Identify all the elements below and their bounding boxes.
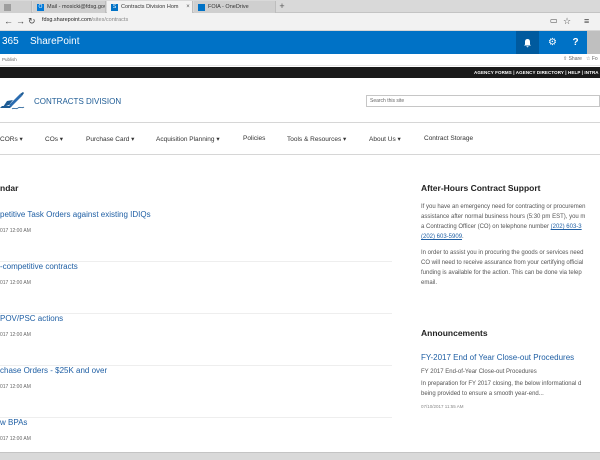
url-text[interactable]: fdsg.sharepoint.com/sites/contracts [42, 17, 128, 23]
announcement-text-line: In preparation for FY 2017 closing, the … [421, 381, 582, 387]
announcements-heading: Announcements [421, 328, 488, 338]
refresh-icon[interactable]: ↻ [28, 16, 36, 26]
calendar-item-title[interactable]: POV/PSC actions [0, 314, 63, 323]
search-placeholder: Search this site [370, 98, 405, 104]
calendar-item-date: 017 12:00 AM [0, 436, 31, 442]
share-icon: ⇪ [563, 56, 568, 62]
ribbon-row: Publish ⇪ Share ☆ Fo [0, 54, 600, 66]
share-button[interactable]: ⇪ Share [563, 56, 582, 62]
contracts-logo-icon[interactable] [0, 91, 28, 111]
settings-gear-icon[interactable]: ⚙ [541, 31, 564, 54]
support-heading: After-Hours Contract Support [421, 183, 541, 193]
notification-bell-icon[interactable] [516, 31, 539, 54]
reading-view-icon[interactable]: ▭ [550, 16, 558, 26]
calendar-item-title[interactable]: w BPAs [0, 418, 27, 427]
onedrive-icon [198, 3, 205, 11]
nav-policies[interactable]: Policies [243, 135, 265, 142]
nav-contract-storage[interactable]: Contract Storage [424, 135, 473, 142]
phone-link-1[interactable]: (202) 603-3 [551, 224, 582, 230]
browser-tab-contracts[interactable]: S Contracts Division Hom × [107, 1, 193, 13]
new-tab-button[interactable]: + [276, 1, 288, 12]
forward-icon[interactable]: → [16, 16, 25, 26]
share-label: Share [568, 56, 582, 62]
list-item: chase Orders - $25K and over 017 12:00 A… [0, 366, 392, 418]
follow-label: Fo [591, 56, 598, 62]
search-input[interactable]: Search this site [366, 95, 600, 107]
nav-cos[interactable]: COs ▾ [45, 135, 63, 143]
list-item: -competitive contracts 017 12:00 AM [0, 262, 392, 314]
support-text-line: If you have an emergency need for contra… [421, 204, 586, 210]
back-icon[interactable]: ← [4, 16, 13, 26]
calendar-item-date: 017 12:00 AM [0, 332, 31, 338]
list-item: petitive Task Orders against existing ID… [0, 210, 392, 262]
sharepoint-icon: S [111, 3, 118, 11]
calendar-item-date: 017 12:00 AM [0, 280, 31, 286]
nav-tools-resources[interactable]: Tools & Resources ▾ [287, 135, 346, 143]
calendar-item-title[interactable]: petitive Task Orders against existing ID… [0, 210, 151, 219]
avatar[interactable] [587, 31, 600, 54]
support-text-line: a Contracting Officer (CO) on telephone … [421, 222, 600, 232]
support-text-segment: a Contracting Officer (CO) on telephone … [421, 224, 551, 230]
announcement-subtitle: FY 2017 End-of-Year Close-out Procedures [421, 369, 537, 375]
outlook-icon: O [37, 3, 44, 11]
announcement-text-line: being provided to ensure a smooth year-e… [421, 391, 544, 397]
close-tab-icon[interactable]: × [184, 4, 192, 10]
nav-cors[interactable]: CORs ▾ [0, 135, 23, 143]
nav-acquisition-planning[interactable]: Acquisition Planning ▾ [156, 135, 220, 143]
url-path: /sites/contracts [91, 17, 129, 23]
phone-link-2[interactable]: (202) 603-5909 [421, 234, 462, 240]
browser-tab-onedrive[interactable]: FOIA - OneDrive [194, 1, 276, 13]
hub-icon[interactable]: ≡ [584, 16, 589, 26]
calendar-item-title[interactable]: -competitive contracts [0, 262, 78, 271]
address-bar[interactable]: ← → ↻ fdsg.sharepoint.com/sites/contract… [0, 13, 600, 31]
list-item: POV/PSC actions 017 12:00 AM [0, 314, 392, 366]
follow-star-icon: ☆ [586, 56, 591, 62]
support-text-line: In order to assist you in procuring the … [421, 250, 584, 256]
url-domain: fdsg.sharepoint.com [42, 17, 92, 23]
calendar-item-title[interactable]: chase Orders - $25K and over [0, 366, 107, 375]
browser-tab-strip: O Mail - mosicki@fdsg.gov S Contracts Di… [0, 0, 600, 13]
announcement-title-link[interactable]: FY-2017 End of Year Close-out Procedures [421, 353, 574, 362]
browser-tab-mail[interactable]: O Mail - mosicki@fdsg.gov [33, 1, 106, 13]
bottom-scroll-bar[interactable] [0, 452, 600, 460]
calendar-item-date: 017 12:00 AM [0, 384, 31, 390]
follow-button[interactable]: ☆ Fo [586, 56, 598, 62]
publish-status: Publish [2, 57, 17, 62]
nav-purchase-card[interactable]: Purchase Card ▾ [86, 135, 134, 143]
favorite-star-icon[interactable]: ☆ [563, 16, 571, 26]
support-text-line: assistance after normal business hours (… [421, 214, 586, 220]
support-text-line: CO will need to receive assurance from y… [421, 260, 584, 266]
calendar-item-date: 017 12:00 AM [0, 228, 31, 234]
page-icon [4, 3, 11, 11]
agency-links[interactable]: AGENCY FORMS | AGENCY DIRECTORY | HELP |… [474, 70, 599, 75]
support-text-line: funding is available for the action. Thi… [421, 270, 582, 276]
support-text-line: (202) 603-5909. [421, 234, 464, 240]
agency-bar: AGENCY FORMS | AGENCY DIRECTORY | HELP |… [0, 67, 600, 78]
browser-tab-pinned[interactable] [0, 1, 32, 13]
suite-bar: 365 SharePoint ⚙ ? [0, 31, 600, 54]
site-header: CONTRACTS DIVISION Search this site [0, 78, 600, 122]
sharepoint-label[interactable]: SharePoint [30, 36, 79, 47]
site-title[interactable]: CONTRACTS DIVISION [34, 97, 121, 106]
office365-label[interactable]: 365 [2, 36, 19, 47]
announcement-date: 07/10/2017 11:55 AM [421, 404, 464, 409]
calendar-heading: ndar [0, 183, 19, 193]
top-navigation: CORs ▾ COs ▾ Purchase Card ▾ Acquisition… [0, 122, 600, 155]
nav-about-us[interactable]: About Us ▾ [369, 135, 401, 143]
support-text-line: email. [421, 280, 438, 286]
help-icon[interactable]: ? [564, 31, 587, 54]
